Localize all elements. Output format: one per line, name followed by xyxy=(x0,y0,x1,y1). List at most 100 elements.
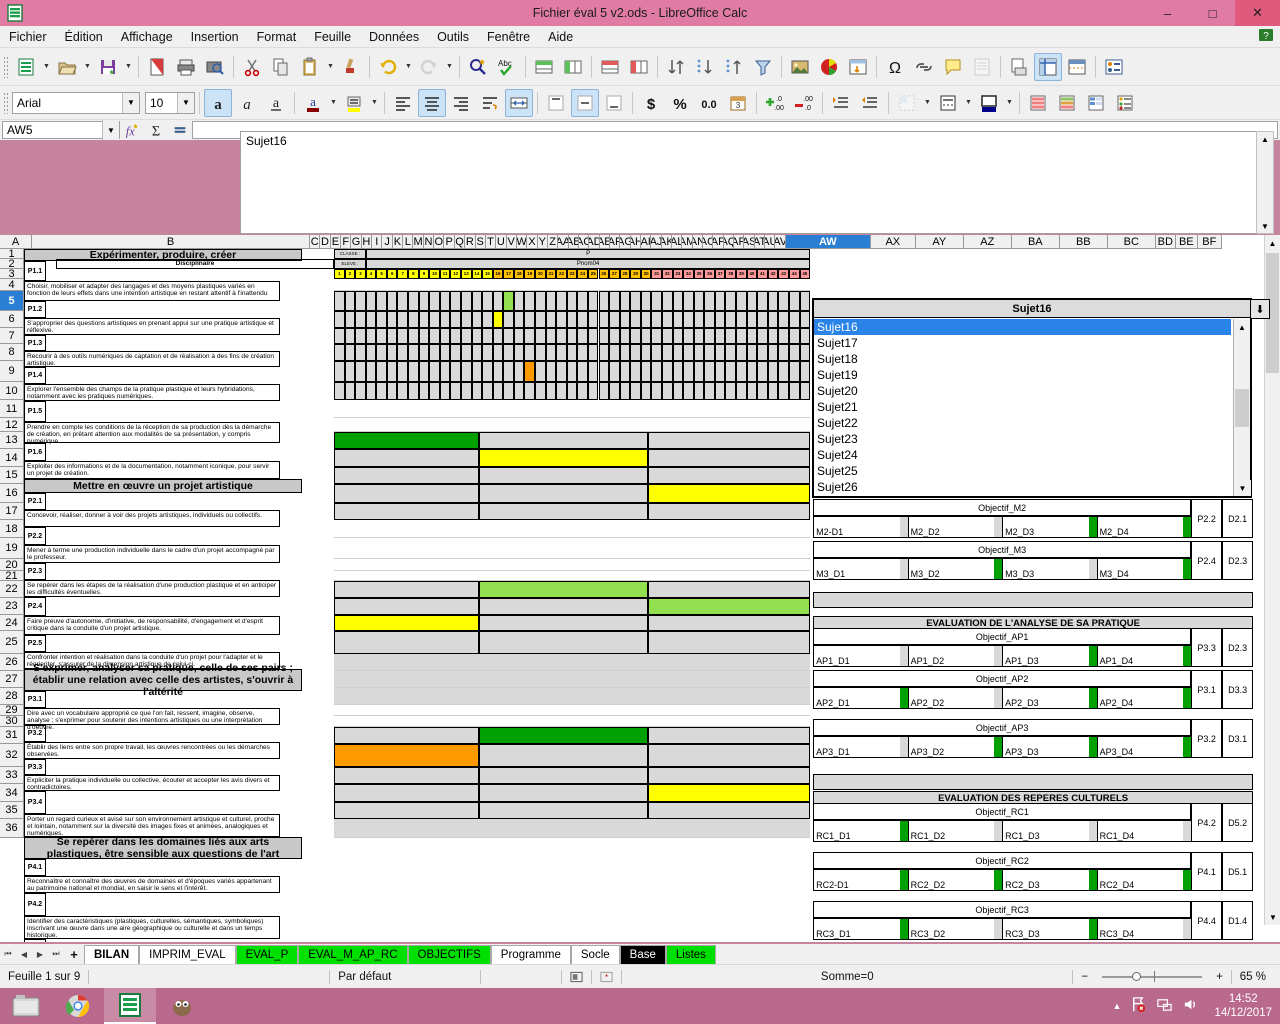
matrix-cell[interactable] xyxy=(799,382,811,400)
minimize-button[interactable]: – xyxy=(1145,0,1190,26)
matrix-cell[interactable] xyxy=(725,291,737,311)
matrix-cell[interactable] xyxy=(778,311,789,328)
matrix-cell[interactable] xyxy=(556,291,567,311)
column-header-AT[interactable]: AT xyxy=(754,235,766,249)
zone-cell[interactable] xyxy=(479,432,649,449)
matrix-cell[interactable] xyxy=(598,361,610,382)
zone-cell[interactable] xyxy=(334,598,480,615)
row-header-5[interactable]: 5 xyxy=(0,291,24,311)
descriptor-cell-RC3_D1[interactable]: RC3_D1 xyxy=(813,918,908,940)
row-header-34[interactable]: 34 xyxy=(0,784,24,802)
descriptor-cell-AP1_D3[interactable]: AP1_D3 xyxy=(1002,645,1097,667)
sort-ascending-icon[interactable] xyxy=(720,53,748,81)
matrix-cell[interactable] xyxy=(344,361,356,382)
matrix-cell[interactable] xyxy=(736,291,747,311)
column-header-T[interactable]: T xyxy=(485,235,497,249)
spelling-icon[interactable]: Abc xyxy=(493,53,521,81)
dropdown-item[interactable]: Sujet18 xyxy=(814,351,1231,367)
matrix-cell[interactable] xyxy=(725,382,737,400)
descriptor-cell-AP3_D2[interactable]: AP3_D2 xyxy=(907,736,1003,758)
matrix-cell[interactable] xyxy=(630,344,641,361)
row-header-16[interactable]: 16 xyxy=(0,484,24,503)
zone-cell[interactable] xyxy=(648,432,811,449)
matrix-cell[interactable] xyxy=(535,311,546,328)
matrix-cell[interactable] xyxy=(651,382,662,400)
matrix-cell[interactable] xyxy=(704,328,715,344)
matrix-cell[interactable] xyxy=(460,311,472,328)
matrix-cell[interactable] xyxy=(598,291,610,311)
matrix-cell[interactable] xyxy=(513,382,525,400)
insert-column-icon[interactable] xyxy=(559,53,587,81)
styles-icon[interactable] xyxy=(1082,89,1110,117)
input-line[interactable]: Sujet16 xyxy=(240,131,1262,234)
file-explorer-icon[interactable] xyxy=(0,988,52,1024)
matrix-cell[interactable] xyxy=(788,291,800,311)
descriptor-cell-M2_D3[interactable]: M2_D3 xyxy=(1002,516,1097,538)
new-document-dropdown-icon[interactable]: ▼ xyxy=(41,53,52,81)
matrix-cell[interactable] xyxy=(788,361,800,382)
matrix-cell[interactable] xyxy=(535,291,546,311)
matrix-cell[interactable] xyxy=(577,361,588,382)
descriptor-cell-AP3_D3[interactable]: AP3_D3 xyxy=(1002,736,1097,758)
matrix-cell[interactable] xyxy=(693,291,705,311)
matrix-cell[interactable] xyxy=(365,382,377,400)
matrix-cell[interactable] xyxy=(672,291,684,311)
matrix-cell[interactable] xyxy=(683,382,694,400)
p1-5-mark[interactable] xyxy=(524,361,536,382)
matrix-cell[interactable] xyxy=(376,344,387,361)
previous-sheet-icon[interactable]: ◀ xyxy=(16,945,32,963)
column-header-P[interactable]: P xyxy=(444,235,455,249)
menu-fenetre[interactable]: Fenêtre xyxy=(478,26,539,48)
zone-cell[interactable] xyxy=(334,449,480,467)
column-header-AJ[interactable]: AJ xyxy=(651,235,662,249)
descriptor-cell-M2-D1[interactable]: M2-D1 xyxy=(813,516,908,538)
descriptor-cell-M2_D2[interactable]: M2_D2 xyxy=(907,516,1003,538)
matrix-cell[interactable] xyxy=(376,291,387,311)
row-header-35[interactable]: 35 xyxy=(0,802,24,819)
matrix-cell[interactable] xyxy=(482,291,493,311)
row-header-30[interactable]: 30 xyxy=(0,715,24,727)
autofilter-icon[interactable] xyxy=(749,53,777,81)
descriptor-cell-AP2_D4[interactable]: AP2_D4 xyxy=(1096,687,1192,709)
matrix-cell[interactable] xyxy=(471,328,483,344)
sheet-tab-imprim-eval[interactable]: IMPRIM_EVAL xyxy=(139,944,236,964)
zoom-slider[interactable] xyxy=(1102,970,1203,984)
row-header-36[interactable]: 36 xyxy=(0,819,24,838)
row-header-10[interactable]: 10 xyxy=(0,382,24,400)
matrix-cell[interactable] xyxy=(482,328,493,344)
zone-cell[interactable] xyxy=(479,802,649,819)
dropdown-item[interactable]: Sujet25 xyxy=(814,463,1231,479)
undo-icon[interactable] xyxy=(374,53,402,81)
matrix-cell[interactable] xyxy=(704,382,715,400)
column-header-AP[interactable]: AP xyxy=(713,235,724,249)
matrix-cell[interactable] xyxy=(640,361,652,382)
align-left-icon[interactable] xyxy=(389,89,417,117)
column-header-K[interactable]: K xyxy=(392,235,404,249)
pivot-table-icon[interactable] xyxy=(844,53,872,81)
column-header-J[interactable]: J xyxy=(382,235,393,249)
matrix-cell[interactable] xyxy=(439,291,451,311)
matrix-cell[interactable] xyxy=(661,344,673,361)
undo-dropdown-icon[interactable]: ▼ xyxy=(403,53,414,81)
matrix-cell[interactable] xyxy=(767,311,779,328)
row-header-11[interactable]: 11 xyxy=(0,400,24,418)
column-header-AW[interactable]: AW xyxy=(785,235,871,249)
matrix-cell[interactable] xyxy=(672,361,684,382)
format-as-table-icon[interactable] xyxy=(1053,89,1081,117)
matrix-cell[interactable] xyxy=(334,311,345,328)
matrix-cell[interactable] xyxy=(725,328,737,344)
matrix-cell[interactable] xyxy=(630,361,641,382)
split-window-icon[interactable] xyxy=(1063,53,1091,81)
matrix-cell[interactable] xyxy=(788,328,800,344)
dropdown-item[interactable]: Sujet22 xyxy=(814,415,1231,431)
matrix-cell[interactable] xyxy=(788,382,800,400)
matrix-cell[interactable] xyxy=(757,328,768,344)
matrix-cell[interactable] xyxy=(799,361,811,382)
matrix-cell[interactable] xyxy=(439,361,451,382)
dropdown-scroll-down-icon[interactable]: ▼ xyxy=(1234,480,1251,496)
matrix-cell[interactable] xyxy=(408,328,419,344)
matrix-cell[interactable] xyxy=(365,361,377,382)
column-header-N[interactable]: N xyxy=(423,235,435,249)
insert-hyperlink-icon[interactable] xyxy=(910,53,938,81)
matrix-cell[interactable] xyxy=(693,328,705,344)
